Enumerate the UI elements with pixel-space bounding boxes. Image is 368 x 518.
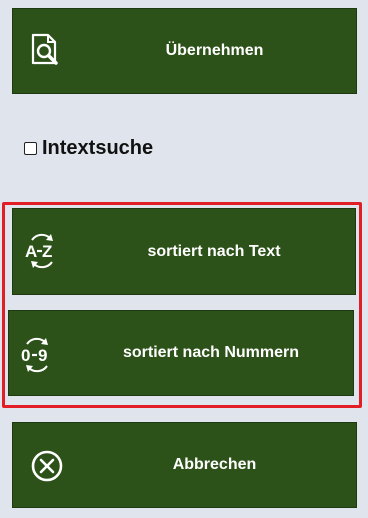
circle-x-icon — [29, 448, 65, 484]
sort-by-number-label: sortiert nach Nummern — [122, 344, 300, 361]
sort-by-number-button[interactable]: 0 9 sortiert nach Nummern — [8, 310, 354, 396]
cancel-button[interactable]: Abbrechen — [12, 422, 357, 508]
sort-0-9-icon: 0 9 — [19, 337, 55, 373]
sort-0-9-from: 0 — [21, 346, 30, 365]
sort-a-z-from: A — [25, 242, 37, 261]
cancel-button-label: Abbrechen — [172, 456, 257, 473]
sort-by-text-label: sortiert nach Text — [147, 242, 281, 260]
sort-a-z-icon: A Z — [24, 233, 60, 269]
apply-button[interactable]: Übernehmen — [12, 8, 357, 94]
fulltext-search-checkbox[interactable] — [24, 141, 37, 155]
fulltext-search-option[interactable]: Intextsuche — [24, 134, 153, 162]
sort-a-z-to: Z — [42, 242, 52, 261]
document-search-icon — [29, 33, 65, 69]
apply-button-label: Übernehmen — [165, 42, 264, 59]
sort-by-text-button[interactable]: A Z sortiert nach Text — [12, 208, 356, 295]
sort-0-9-to: 9 — [38, 346, 47, 365]
fulltext-search-label: Intextsuche — [42, 136, 154, 159]
